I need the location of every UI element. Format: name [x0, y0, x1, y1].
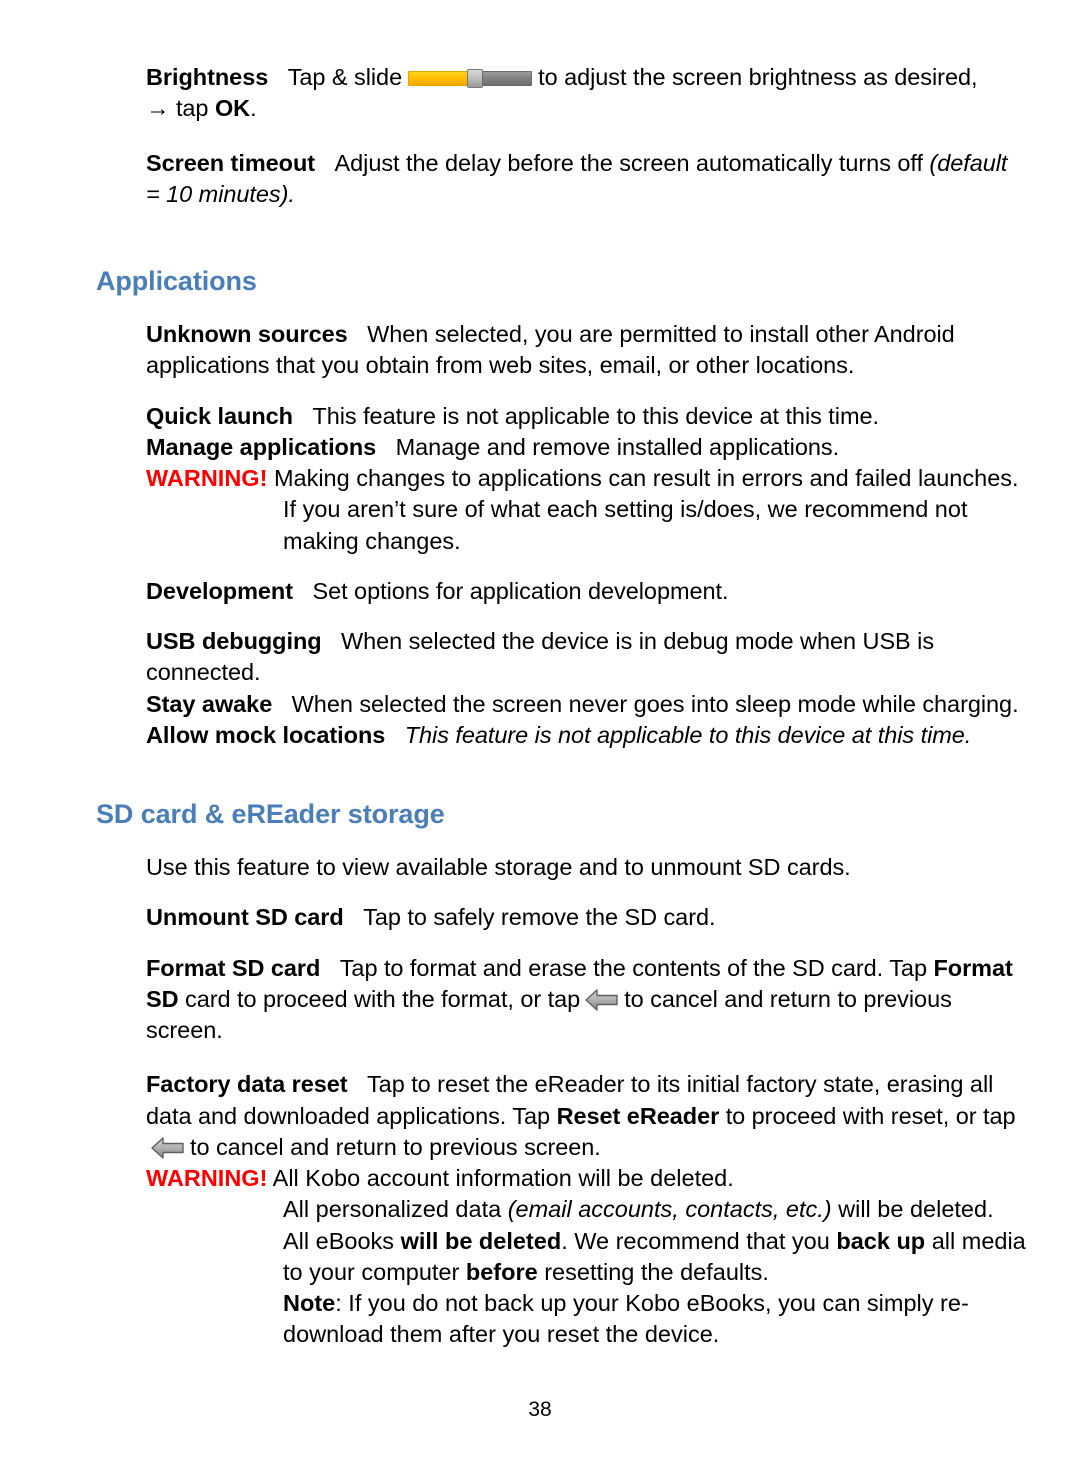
screen-timeout-text: Adjust the delay before the screen autom… [334, 149, 923, 176]
brightness-text-before: Tap & slide [287, 64, 403, 90]
warning-factory-reset: WARNING! All Kobo account information wi… [96, 1163, 1026, 1351]
document-page: Brightness Tap & slide to adjust the scre… [0, 0, 1080, 1472]
term-unmount-sd-card: Unmount SD card [146, 904, 344, 931]
warning-line-3-part4: resetting the defaults. [544, 1258, 769, 1285]
brightness-second-line-before: tap [175, 95, 209, 122]
slider-track [482, 71, 533, 86]
term-quick-launch: Quick launch [146, 402, 293, 429]
warning-line-3-part1: All eBooks [283, 1227, 395, 1254]
quick-launch-text: This feature is not applicable to this d… [312, 402, 879, 429]
warning-applications-text: Making changes to applications can resul… [273, 465, 1019, 554]
paragraph-brightness: Brightness Tap & slide to adjust the scre… [96, 62, 1026, 125]
warning-line-2-part1: All personalized data [283, 1196, 502, 1223]
paragraph-unmount-sd-card: Unmount SD card Tap to safely remove the… [96, 902, 1026, 933]
paragraph-screen-timeout: Screen timeout Adjust the delay before t… [96, 148, 1026, 211]
back-arrow-icon [585, 987, 619, 1013]
paragraph-quick-launch: Quick launch This feature is not applica… [96, 401, 1026, 432]
stay-awake-text: When selected the screen never goes into… [291, 690, 1019, 717]
warning-applications: WARNING! Making changes to applications … [96, 463, 1026, 557]
paragraph-development: Development Set options for application … [96, 576, 1026, 607]
reset-ereader-bold-inline: Reset eReader [556, 1102, 720, 1129]
term-format-sd-card: Format SD card [146, 954, 321, 981]
warning-line-3-bold1: will be deleted [400, 1227, 562, 1254]
warning-line-1: All Kobo account information will be del… [272, 1165, 734, 1192]
warning-label: WARNING! [146, 1165, 268, 1192]
term-stay-awake: Stay awake [146, 690, 273, 717]
term-usb-debugging: USB debugging [146, 628, 322, 655]
paragraph-factory-data-reset: Factory data reset Tap to reset the eRea… [96, 1069, 1026, 1163]
warning-line-2-italic: (email accounts, contacts, etc.) [507, 1196, 832, 1223]
format-sd-card-text-2: card to proceed with the format, or tap [185, 985, 581, 1012]
heading-sd-card-storage: SD card & eREader storage [96, 799, 445, 830]
heading-applications: Applications [96, 266, 257, 296]
paragraph-format-sd-card: Format SD card Tap to format and erase t… [96, 953, 1026, 1047]
term-development: Development [146, 577, 294, 604]
page-number: 38 [528, 1398, 552, 1421]
paragraph-allow-mock-locations: Allow mock locations This feature is not… [96, 720, 1026, 751]
paragraph-unknown-sources: Unknown sources When selected, you are p… [96, 319, 1026, 382]
brightness-ok-bold: OK [214, 95, 251, 122]
arrow-glyph-icon: → [146, 95, 170, 122]
factory-reset-text-2: to proceed with reset, or tap [725, 1102, 1016, 1129]
page-content: Brightness Tap & slide to adjust the scre… [96, 62, 1026, 1351]
warning-line-2-part2: will be deleted. [838, 1196, 994, 1223]
term-unknown-sources: Unknown sources [146, 321, 348, 348]
warning-line-3-part2: . We recommend that you [561, 1227, 830, 1254]
manage-applications-text: Manage and remove installed applications… [395, 433, 840, 460]
slider-fill [408, 71, 469, 86]
warning-note-text: : If you do not back up your Kobo eBooks… [283, 1290, 969, 1348]
term-brightness: Brightness [146, 64, 269, 90]
brightness-slider-icon [408, 69, 533, 88]
warning-factory-reset-body: WARNING! All Kobo account information wi… [146, 1163, 1026, 1351]
paragraph-stay-awake: Stay awake When selected the screen neve… [96, 689, 1026, 720]
paragraph-usb-debugging: USB debugging When selected the device i… [96, 626, 1026, 689]
warning-line-3-bold2: back up [836, 1227, 926, 1254]
warning-label: WARNING! [146, 465, 268, 492]
term-manage-applications: Manage applications [146, 433, 377, 460]
term-screen-timeout: Screen timeout [146, 149, 316, 176]
warning-line-3-bold3: before [465, 1258, 538, 1285]
brightness-second-line-after: . [250, 95, 257, 122]
term-allow-mock-locations: Allow mock locations [146, 721, 386, 748]
sd-intro-text: Use this feature to view available stora… [146, 854, 851, 881]
brightness-text-after: to adjust the screen brightness as desir… [538, 64, 978, 90]
unmount-sd-card-text: Tap to safely remove the SD card. [363, 904, 716, 931]
factory-reset-text-3: to cancel and return to previous screen. [190, 1133, 601, 1160]
allow-mock-locations-text: This feature is not applicable to this d… [404, 721, 972, 748]
development-text: Set options for application development. [312, 577, 729, 604]
warning-applications-body: WARNING! Making changes to applications … [146, 463, 1026, 557]
term-factory-data-reset: Factory data reset [146, 1071, 348, 1098]
format-sd-card-text-1: Tap to format and erase the contents of … [339, 954, 927, 981]
back-arrow-icon [151, 1135, 185, 1161]
paragraph-manage-applications: Manage applications Manage and remove in… [96, 432, 1026, 463]
paragraph-sd-intro: Use this feature to view available stora… [96, 852, 1026, 883]
slider-thumb [467, 69, 484, 88]
warning-note-label: Note [283, 1290, 336, 1317]
